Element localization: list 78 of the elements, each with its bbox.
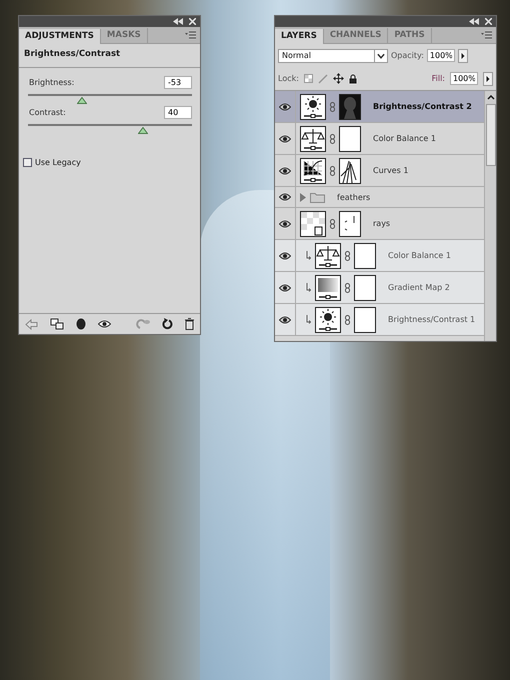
layer-row[interactable]: Color Balance 1 (275, 123, 484, 155)
eye-icon[interactable] (279, 316, 291, 324)
trash-icon[interactable] (185, 318, 194, 330)
close-icon[interactable] (485, 18, 492, 25)
layer-name: Gradient Map 2 (388, 283, 450, 292)
layer-name: Color Balance 1 (373, 134, 436, 143)
eye-icon[interactable] (279, 102, 291, 110)
smart-object-icon (300, 210, 326, 236)
sun-icon (300, 94, 326, 120)
mask-thumbnail[interactable] (354, 242, 376, 268)
curves-graph-icon (300, 158, 326, 184)
caret-icon[interactable] (374, 48, 387, 62)
layer-row[interactable]: Curves 1 (275, 155, 484, 187)
value-field[interactable]: 40 (164, 106, 192, 119)
reset-icon[interactable] (162, 318, 173, 330)
clip-layer-icon[interactable] (76, 318, 86, 330)
opacity-label: Opacity: (391, 51, 424, 60)
panel-tab[interactable]: LAYERS (275, 29, 324, 44)
eye-icon[interactable] (279, 284, 291, 292)
lock-label: Lock: (278, 74, 299, 83)
panel-menu-icon[interactable] (481, 31, 492, 39)
expand-arrow-icon[interactable] (300, 192, 306, 202)
eye-icon[interactable] (279, 134, 291, 142)
panel-tab[interactable]: ADJUSTMENTS (19, 29, 101, 44)
layer-name: rays (373, 219, 390, 228)
adjustment-title: Brightness/Contrast (23, 48, 122, 61)
close-icon[interactable] (189, 18, 196, 25)
eye-icon[interactable] (279, 220, 291, 228)
panel-menu-icon[interactable] (185, 31, 196, 39)
eye-icon[interactable] (279, 193, 291, 201)
sun-icon (315, 306, 341, 332)
move-icon[interactable] (332, 73, 344, 84)
scroll-thumb[interactable] (486, 104, 496, 166)
layer-row[interactable]: Brightness/Contrast 1 (275, 304, 484, 336)
link-icon[interactable] (330, 102, 335, 112)
mask-thumbnail[interactable] (339, 94, 361, 120)
layer-row[interactable]: Gradient Map 2 (275, 272, 484, 304)
link-icon[interactable] (345, 250, 350, 260)
blend-mode-dropdown[interactable]: Normal (278, 48, 388, 62)
checkerboard-icon[interactable] (304, 74, 313, 83)
slider-label: Contrast: (29, 108, 66, 117)
eye-icon[interactable] (98, 320, 111, 328)
mask-thumbnail[interactable] (339, 158, 361, 184)
value-field[interactable]: -53 (164, 76, 192, 89)
link-icon[interactable] (330, 166, 335, 176)
collapse-icon[interactable] (173, 18, 183, 25)
lock-icon[interactable] (348, 74, 357, 84)
layer-row[interactable]: Color Balance 1 (275, 240, 484, 272)
layer-name: Brightness/Contrast 2 (373, 102, 472, 111)
layer-name: Curves 1 (373, 166, 408, 175)
layer-row[interactable]: Brightness/Contrast 2 (275, 91, 484, 123)
mask-thumbnail[interactable] (339, 210, 361, 236)
link-icon[interactable] (330, 218, 335, 228)
fill-label: Fill: (432, 74, 445, 83)
scales-icon (300, 126, 326, 152)
mask-thumbnail[interactable] (354, 274, 376, 300)
gradient-icon (315, 274, 341, 300)
scroll-up-icon[interactable] (486, 95, 494, 100)
link-icon[interactable] (330, 134, 335, 144)
eye-icon[interactable] (279, 252, 291, 260)
slider-label: Brightness: (29, 78, 74, 87)
scales-icon (315, 242, 341, 268)
expand-view-icon[interactable] (50, 318, 64, 330)
link-icon[interactable] (345, 282, 350, 292)
back-arrow-icon[interactable] (25, 318, 38, 330)
checkbox-label: Use Legacy (35, 158, 81, 167)
folder-icon (310, 192, 325, 202)
layer-name: Brightness/Contrast 1 (388, 315, 476, 324)
collapse-icon[interactable] (469, 18, 479, 25)
layer-row[interactable]: feathers (275, 187, 484, 208)
mask-thumbnail[interactable] (354, 306, 376, 332)
scrollbar[interactable] (484, 91, 496, 341)
layer-name: feathers (337, 192, 370, 202)
mask-thumbnail[interactable] (339, 126, 361, 152)
layer-name: Color Balance 1 (388, 251, 451, 260)
link-icon[interactable] (345, 314, 350, 324)
checkbox[interactable] (23, 158, 32, 167)
eye-icon[interactable] (279, 166, 291, 174)
